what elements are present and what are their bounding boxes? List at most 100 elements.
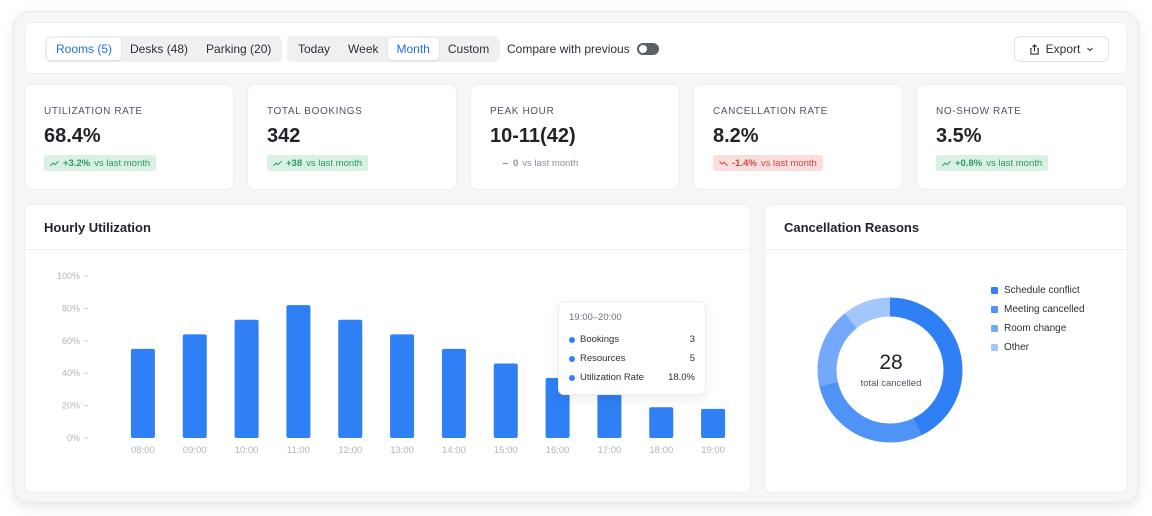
export-label: Export bbox=[1045, 42, 1081, 56]
kpi-delta-badge: -1.4% vs last month bbox=[713, 155, 823, 171]
kpi-value: 10-11(42) bbox=[490, 125, 576, 147]
legend-item: Meeting cancelled bbox=[991, 300, 1085, 319]
x-tick-label: 12:00 bbox=[338, 445, 362, 456]
kpi-value: 342 bbox=[267, 125, 301, 147]
kpi-label: UTILIZATION RATE bbox=[44, 106, 143, 117]
kpi-delta-badge: +3.2% vs last month bbox=[44, 155, 157, 171]
x-tick-label: 15:00 bbox=[494, 445, 518, 456]
y-tick-label: 100% bbox=[57, 271, 80, 281]
x-tick-label: 08:00 bbox=[131, 445, 155, 456]
legend-label: Other bbox=[1004, 342, 1030, 353]
bar[interactable] bbox=[182, 334, 207, 438]
dash-icon bbox=[503, 162, 508, 164]
bar[interactable] bbox=[649, 407, 674, 438]
x-tick-label: 11:00 bbox=[287, 445, 310, 456]
bar[interactable] bbox=[286, 305, 311, 438]
bar[interactable] bbox=[390, 334, 415, 438]
legend-swatch bbox=[991, 344, 998, 351]
kpi-card-total-bookings: TOTAL BOOKINGS 342 +38 vs last month bbox=[247, 84, 457, 190]
tooltip-row: Utilization Rate 18.0% bbox=[569, 372, 695, 383]
trend-down-icon bbox=[719, 160, 728, 166]
period-segmented-control: Today Week Month Custom bbox=[287, 36, 501, 62]
dot-icon bbox=[569, 336, 575, 343]
legend-label: Schedule conflict bbox=[1004, 285, 1080, 296]
x-tick-label: 18:00 bbox=[649, 445, 673, 456]
kpi-delta-value: -1.4% bbox=[732, 157, 757, 169]
kpi-card-cancellation-rate: CANCELLATION RATE 8.2% -1.4% vs last mon… bbox=[693, 84, 903, 190]
tooltip-row: Resources 5 bbox=[569, 353, 695, 364]
toggle-knob bbox=[638, 45, 647, 53]
tooltip-row-value: 18.0% bbox=[668, 372, 695, 383]
bar[interactable] bbox=[493, 363, 518, 438]
legend-item: Room change bbox=[991, 319, 1085, 338]
kpi-delta-text: vs last month bbox=[986, 157, 1043, 169]
chevron-down-icon bbox=[1087, 47, 1094, 52]
trend-up-icon bbox=[50, 160, 59, 166]
kpi-label: TOTAL BOOKINGS bbox=[267, 106, 363, 117]
tooltip-row: Bookings 3 bbox=[569, 334, 695, 345]
kpi-label: PEAK HOUR bbox=[490, 106, 555, 117]
chart-tooltip: 19:00–20:00 Bookings 3 Resources 5 Utili… bbox=[558, 301, 706, 395]
y-tick-label: 80% bbox=[62, 303, 80, 313]
tab-custom[interactable]: Custom bbox=[439, 38, 498, 60]
y-tick-label: 60% bbox=[62, 336, 80, 346]
kpi-delta-value: +0.8% bbox=[955, 157, 983, 169]
kpi-label: NO-SHOW RATE bbox=[936, 106, 1022, 117]
compare-control: Compare with previous bbox=[507, 36, 659, 62]
kpi-delta-badge: +38 vs last month bbox=[267, 155, 369, 171]
donut-total: 28 bbox=[879, 351, 903, 374]
legend-label: Room change bbox=[1004, 323, 1067, 334]
bar[interactable] bbox=[701, 408, 726, 438]
kpi-value: 68.4% bbox=[44, 125, 101, 147]
tab-month[interactable]: Month bbox=[387, 38, 439, 60]
trend-up-icon bbox=[942, 160, 951, 166]
kpi-delta-badge: +0.8% vs last month bbox=[936, 155, 1049, 171]
panel-title: Cancellation Reasons bbox=[784, 220, 920, 235]
legend-item: Schedule conflict bbox=[991, 281, 1085, 300]
legend-swatch bbox=[991, 306, 998, 313]
tooltip-row-label: Utilization Rate bbox=[580, 372, 644, 383]
compare-toggle[interactable] bbox=[636, 43, 659, 55]
y-tick-label: 0% bbox=[67, 433, 80, 443]
tab-today[interactable]: Today bbox=[289, 38, 339, 60]
kpi-delta-value: +3.2% bbox=[63, 157, 91, 169]
bar[interactable] bbox=[234, 319, 259, 438]
legend-item: Other bbox=[991, 338, 1085, 357]
x-tick-label: 17:00 bbox=[598, 445, 622, 456]
bar[interactable] bbox=[130, 348, 155, 438]
kpi-label: CANCELLATION RATE bbox=[713, 106, 828, 117]
resource-segmented-control: Rooms (5) Desks (48) Parking (20) bbox=[45, 36, 283, 62]
kpi-delta-text: vs last month bbox=[522, 157, 579, 169]
share-icon bbox=[1029, 43, 1039, 55]
hourly-utilization-panel: Hourly Utilization 0% 20% 40% 60% 80% 100% 08:… bbox=[24, 204, 751, 493]
x-tick-label: 14:00 bbox=[442, 445, 466, 456]
kpi-delta-value: 0 bbox=[513, 157, 519, 169]
bar[interactable] bbox=[597, 392, 622, 438]
y-tick-label: 20% bbox=[62, 401, 80, 411]
tab-rooms[interactable]: Rooms (5) bbox=[47, 38, 122, 60]
kpi-delta-text: vs last month bbox=[760, 157, 817, 169]
kpi-delta-text: vs last month bbox=[94, 157, 151, 169]
legend-swatch bbox=[991, 325, 998, 332]
tooltip-row-value: 3 bbox=[689, 334, 695, 345]
bar[interactable] bbox=[338, 319, 363, 438]
dashboard-frame: Rooms (5) Desks (48) Parking (20) Today … bbox=[14, 12, 1138, 502]
y-tick-label: 40% bbox=[62, 368, 80, 378]
tab-parking[interactable]: Parking (20) bbox=[197, 38, 280, 60]
x-tick-label: 19:00 bbox=[701, 445, 725, 456]
bar[interactable] bbox=[441, 348, 466, 438]
export-button[interactable]: Export bbox=[1014, 36, 1109, 62]
tab-week[interactable]: Week bbox=[339, 38, 387, 60]
compare-label: Compare with previous bbox=[507, 42, 630, 56]
donut-legend: Schedule conflict Meeting cancelled Room… bbox=[991, 281, 1085, 357]
trend-up-icon bbox=[273, 160, 282, 166]
tab-desks[interactable]: Desks (48) bbox=[121, 38, 197, 60]
panel-title: Hourly Utilization bbox=[44, 220, 151, 235]
tooltip-title: 19:00–20:00 bbox=[569, 312, 622, 323]
x-tick-label: 10:00 bbox=[235, 445, 259, 456]
tooltip-row-label: Bookings bbox=[580, 334, 620, 345]
dot-icon bbox=[569, 374, 575, 381]
cancellation-reasons-panel: Cancellation Reasons 28 total cancelled … bbox=[764, 204, 1128, 493]
x-tick-label: 16:00 bbox=[546, 445, 570, 456]
tooltip-row-value: 5 bbox=[689, 353, 695, 364]
